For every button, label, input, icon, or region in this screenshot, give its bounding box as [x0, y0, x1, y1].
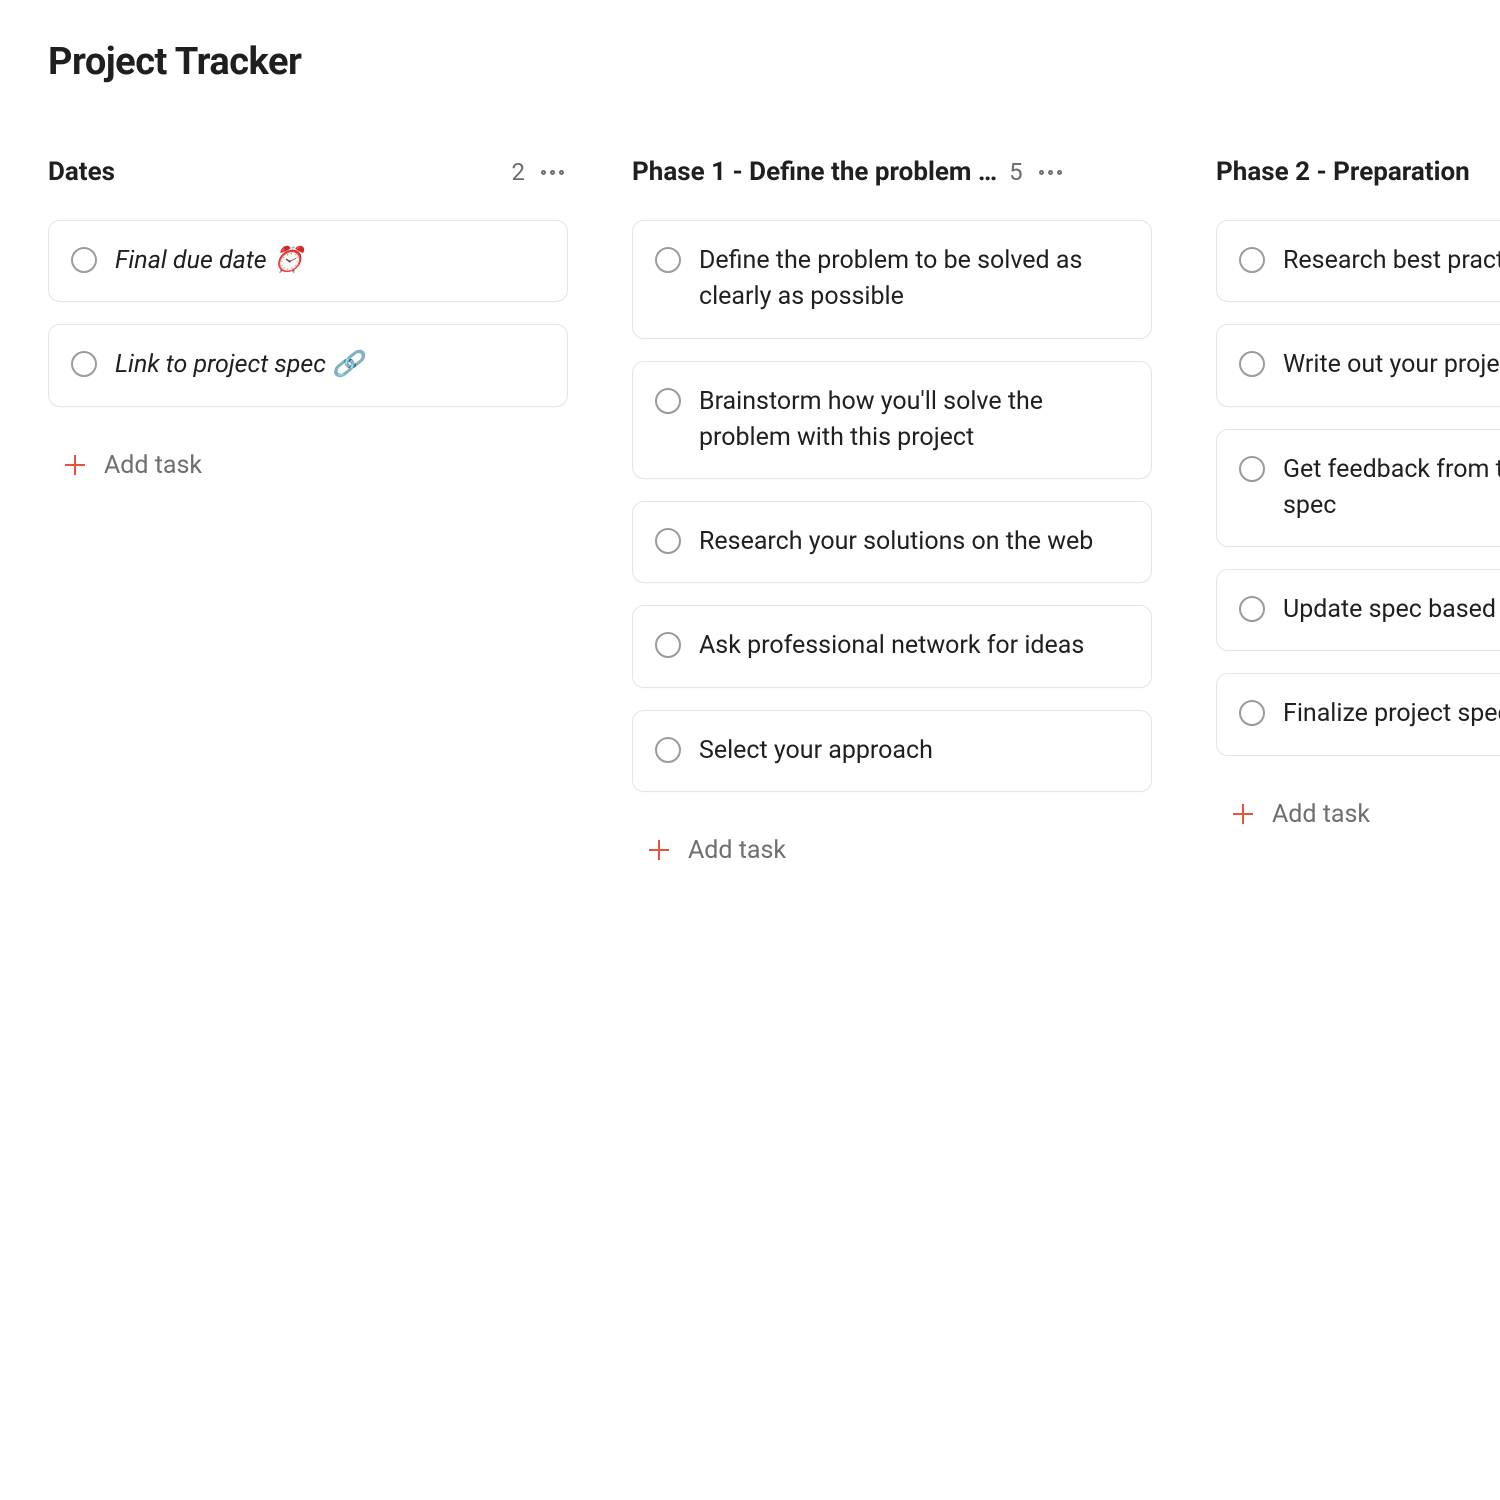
- complete-checkbox-icon[interactable]: [71, 247, 97, 273]
- complete-checkbox-icon[interactable]: [1239, 596, 1265, 622]
- task-title: Brainstorm how you'll solve the problem …: [699, 384, 1127, 457]
- column-dates: Dates 2 Final due date ⏰ Link to project…: [48, 156, 568, 480]
- plus-icon: [64, 454, 86, 476]
- task-card[interactable]: Ask professional network for ideas: [632, 605, 1152, 687]
- task-card[interactable]: Select your approach: [632, 710, 1152, 792]
- task-title: Define the problem to be solved as clear…: [699, 243, 1127, 316]
- task-card[interactable]: Update spec based on feedback: [1216, 569, 1500, 651]
- column-phase-2: Phase 2 - Preparation Research best prac…: [1216, 156, 1500, 829]
- plus-icon: [1232, 803, 1254, 825]
- complete-checkbox-icon[interactable]: [71, 351, 97, 377]
- add-task-label: Add task: [104, 451, 202, 480]
- column-header: Phase 2 - Preparation: [1216, 156, 1500, 188]
- complete-checkbox-icon[interactable]: [1239, 700, 1265, 726]
- column-header: Phase 1 - Define the problem … 5: [632, 156, 1152, 188]
- complete-checkbox-icon[interactable]: [655, 247, 681, 273]
- task-title: Research best practices for your idea: [1283, 243, 1500, 279]
- add-task-label: Add task: [688, 836, 786, 865]
- task-title: Link to project spec 🔗: [115, 347, 363, 383]
- add-task-button[interactable]: Add task: [632, 814, 1152, 865]
- task-card[interactable]: Final due date ⏰: [48, 220, 568, 302]
- column-more-icon[interactable]: [1035, 166, 1066, 179]
- plus-icon: [648, 839, 670, 861]
- task-title: Select your approach: [699, 733, 933, 769]
- complete-checkbox-icon[interactable]: [655, 528, 681, 554]
- task-card[interactable]: Get feedback from team on project spec: [1216, 429, 1500, 548]
- column-count: 2: [512, 158, 526, 186]
- complete-checkbox-icon[interactable]: [1239, 351, 1265, 377]
- task-title: Final due date ⏰: [115, 243, 304, 279]
- task-title: Ask professional network for ideas: [699, 628, 1084, 664]
- task-card[interactable]: Write out your project spec: [1216, 324, 1500, 406]
- complete-checkbox-icon[interactable]: [655, 388, 681, 414]
- complete-checkbox-icon[interactable]: [655, 737, 681, 763]
- task-title: Get feedback from team on project spec: [1283, 452, 1500, 525]
- task-title: Write out your project spec: [1283, 347, 1500, 383]
- task-title: Research your solutions on the web: [699, 524, 1093, 560]
- complete-checkbox-icon[interactable]: [1239, 247, 1265, 273]
- add-task-button[interactable]: Add task: [1216, 778, 1500, 829]
- task-list: Final due date ⏰ Link to project spec 🔗 …: [48, 220, 568, 480]
- task-title: Finalize project spec: [1283, 696, 1500, 732]
- task-list: Research best practices for your idea Wr…: [1216, 220, 1500, 829]
- column-title[interactable]: Phase 1 - Define the problem …: [632, 157, 997, 187]
- column-title[interactable]: Dates: [48, 157, 115, 187]
- task-card[interactable]: Brainstorm how you'll solve the problem …: [632, 361, 1152, 480]
- column-more-icon[interactable]: [537, 166, 568, 179]
- complete-checkbox-icon[interactable]: [655, 632, 681, 658]
- column-header: Dates 2: [48, 156, 568, 188]
- add-task-label: Add task: [1272, 800, 1370, 829]
- task-title: Update spec based on feedback: [1283, 592, 1500, 628]
- column-count: 5: [1009, 158, 1023, 186]
- page-title: Project Tracker: [48, 40, 1500, 84]
- task-list: Define the problem to be solved as clear…: [632, 220, 1152, 865]
- task-card[interactable]: Research your solutions on the web: [632, 501, 1152, 583]
- kanban-board: Dates 2 Final due date ⏰ Link to project…: [48, 156, 1500, 865]
- column-phase-1: Phase 1 - Define the problem … 5 Define …: [632, 156, 1152, 865]
- task-card[interactable]: Research best practices for your idea: [1216, 220, 1500, 302]
- complete-checkbox-icon[interactable]: [1239, 456, 1265, 482]
- task-card[interactable]: Link to project spec 🔗: [48, 324, 568, 406]
- task-card[interactable]: Finalize project spec: [1216, 673, 1500, 755]
- add-task-button[interactable]: Add task: [48, 429, 568, 480]
- task-card[interactable]: Define the problem to be solved as clear…: [632, 220, 1152, 339]
- column-title[interactable]: Phase 2 - Preparation: [1216, 157, 1470, 187]
